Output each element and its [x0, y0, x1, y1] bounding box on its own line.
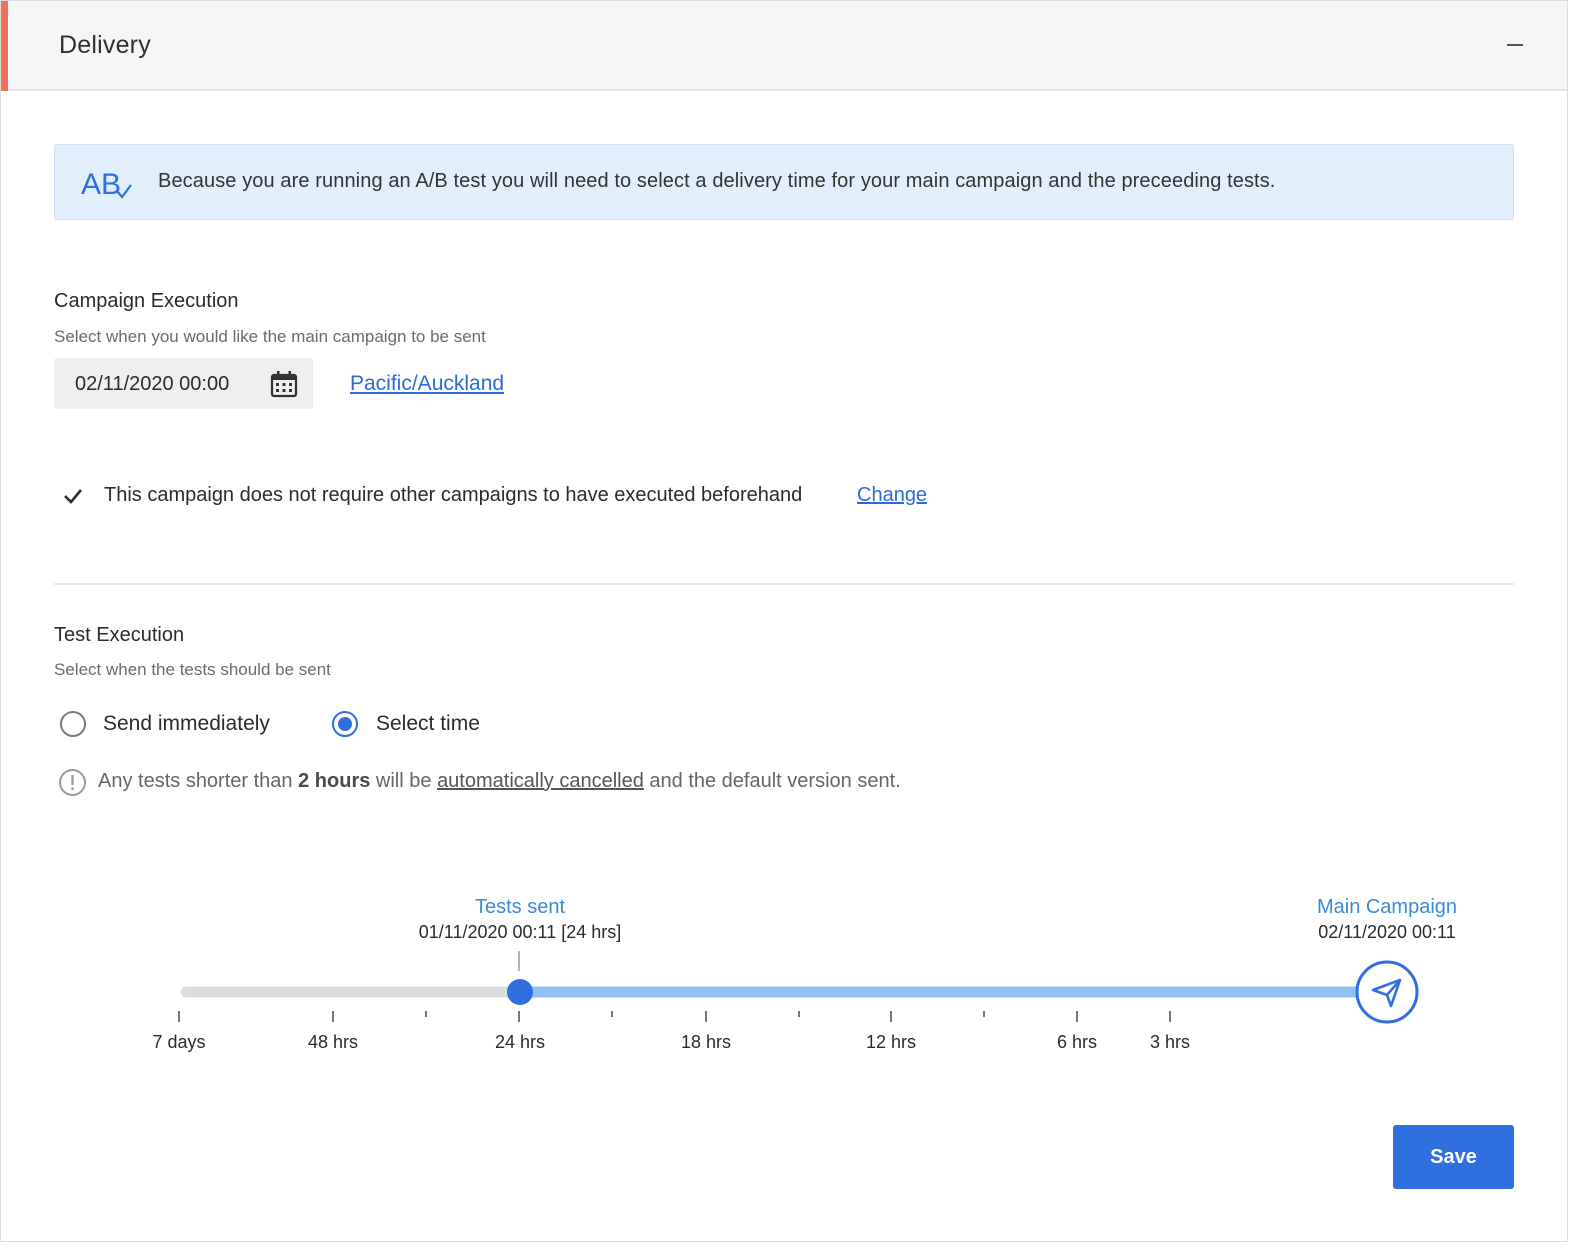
tick-label: 48 hrs [307, 1032, 359, 1052]
check-icon [64, 489, 82, 504]
campaign-date-input[interactable]: 02/11/2020 00:00 [54, 358, 313, 409]
save-button[interactable]: Save [1393, 1125, 1514, 1189]
timeline-handle [507, 979, 533, 1005]
banner-text: Because you are running an A/B test you … [158, 170, 1276, 192]
send-immediately-radio[interactable] [60, 711, 86, 737]
warning-icon [59, 769, 86, 796]
ab-test-icon: AB [81, 168, 132, 201]
svg-text:AB: AB [81, 168, 121, 201]
timeline-ticks [178, 1011, 1171, 1022]
main-campaign-marker [1355, 960, 1419, 1024]
select-time-radio[interactable] [332, 711, 358, 737]
test-execution-subtitle: Select when the tests should be sent [54, 660, 331, 679]
delivery-panel: Delivery AB Because you are running an A… [0, 0, 1568, 1242]
minus-icon [1507, 44, 1523, 46]
accent-bar [1, 1, 8, 91]
change-dependency-link[interactable]: Change [857, 484, 927, 507]
dependency-text: This campaign does not require other cam… [104, 484, 803, 506]
tick-label: 12 hrs [865, 1032, 917, 1052]
tick-label: 3 hrs [1149, 1032, 1191, 1052]
short-test-warning: Any tests shorter than 2 hours will be a… [98, 770, 901, 792]
tick-label: 6 hrs [1056, 1032, 1098, 1052]
select-time-label[interactable]: Select time [376, 712, 480, 736]
collapse-button[interactable] [1501, 31, 1531, 61]
timezone-link[interactable]: Pacific/Auckland [350, 372, 504, 396]
auto-cancel-link[interactable]: automatically cancelled [437, 770, 644, 792]
section-divider [54, 583, 1514, 585]
tick-label: 7 days [152, 1032, 206, 1052]
campaign-execution-title: Campaign Execution [54, 290, 239, 312]
tick-label: 24 hrs [494, 1032, 546, 1052]
panel-title: Delivery [59, 31, 151, 59]
send-immediately-label[interactable]: Send immediately [103, 712, 270, 736]
calendar-icon[interactable] [270, 370, 298, 398]
ab-test-info-banner: AB Because you are running an A/B test y… [54, 144, 1514, 220]
campaign-execution-subtitle: Select when you would like the main camp… [54, 327, 486, 346]
test-timeline-slider[interactable] [1, 881, 1569, 1081]
campaign-date-value: 02/11/2020 00:00 [75, 373, 230, 395]
test-execution-title: Test Execution [54, 624, 185, 646]
panel-header[interactable]: Delivery [1, 1, 1567, 91]
tick-label: 18 hrs [680, 1032, 732, 1052]
